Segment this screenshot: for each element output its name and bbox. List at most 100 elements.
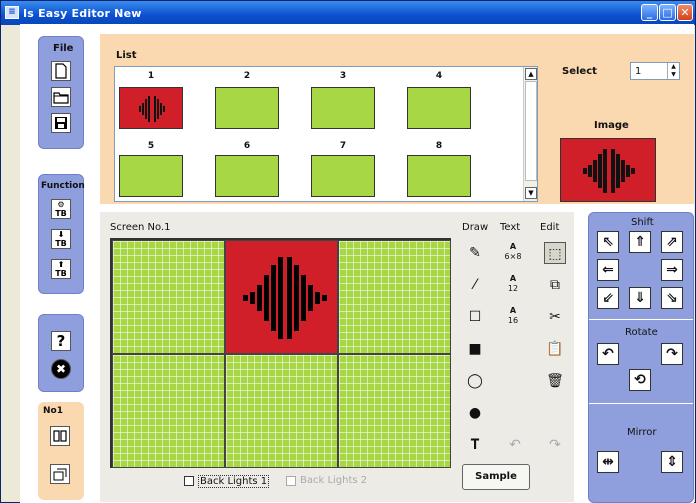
function-1-text: TB [55, 209, 67, 218]
list-panel: List 1 2 3 4 5 6 7 8 ▲ ▼ Select 1 ▲ ▼ Im… [100, 34, 694, 204]
open-file-button[interactable] [51, 87, 71, 107]
grid-cell[interactable] [112, 240, 225, 354]
screen-list: 1 2 3 4 5 6 7 8 ▲ ▼ [114, 66, 538, 202]
help-button[interactable]: ? [51, 331, 71, 351]
screen-thumbnail-4[interactable] [407, 87, 471, 129]
spinner-down-icon[interactable]: ▼ [667, 71, 679, 79]
backlights-row: Back Lights 1 Back Lights 2 [184, 474, 384, 490]
file-panel: File [38, 36, 84, 149]
screen-label: Screen No.1 [110, 222, 171, 233]
rotate-180-icon[interactable]: ⟲ [629, 369, 651, 391]
close-button[interactable]: ✕ [677, 4, 693, 21]
rotate-label: Rotate [625, 327, 658, 338]
client-area: File Function ⚙ TB ⬇ TB ⬆ TB ? ✖ No1 List 1 [20, 24, 694, 503]
screen-thumbnail-2[interactable] [215, 87, 279, 129]
new-file-button[interactable] [51, 61, 71, 81]
scroll-up-icon[interactable]: ▲ [525, 68, 537, 80]
no-label: No1 [43, 406, 63, 416]
function-button-2[interactable]: ⬇ TB [51, 229, 71, 249]
pencil-icon[interactable]: ✎ [464, 242, 486, 264]
mirror-vertical-icon[interactable]: ⇕ [661, 451, 683, 473]
shift-up-right-icon[interactable]: ⇗ [661, 231, 683, 253]
paste-screen-button[interactable] [50, 464, 70, 484]
editor-dot-image [243, 257, 327, 339]
text-size-16-button[interactable]: A 16 [502, 306, 524, 328]
list-scrollbar[interactable]: ▲ ▼ [523, 67, 537, 201]
paste-icon[interactable]: 📋 [544, 338, 566, 360]
screen-thumbnail-7[interactable] [311, 155, 375, 197]
title-bar[interactable]: ≡ Is Easy Editor New _ □ ✕ [1, 1, 695, 25]
grid-cell[interactable] [112, 354, 225, 468]
ellipse-icon[interactable]: ◯ [464, 370, 486, 392]
shift-up-icon[interactable]: ⇑ [629, 231, 651, 253]
spinner-up-icon[interactable]: ▲ [667, 63, 679, 71]
backlight1-checkbox[interactable] [184, 476, 194, 486]
text-label: Text [500, 222, 521, 233]
screen-thumbnail-5[interactable] [119, 155, 183, 197]
lcd-editor-grid[interactable] [110, 238, 451, 468]
maximize-button[interactable]: □ [659, 4, 676, 21]
list-item-number: 1 [147, 71, 155, 81]
sample-button[interactable]: Sample [462, 464, 530, 490]
copy-screen-button[interactable] [50, 426, 70, 446]
list-item-number: 7 [339, 141, 347, 151]
preview-dot-image [583, 149, 635, 193]
function-button-1[interactable]: ⚙ TB [51, 199, 71, 219]
shift-down-right-icon[interactable]: ⇘ [661, 287, 683, 309]
grid-cell[interactable] [225, 354, 338, 468]
screen-thumbnail-3[interactable] [311, 87, 375, 129]
function-3-text: TB [55, 269, 67, 278]
new-file-icon [55, 63, 67, 79]
window-title: Is Easy Editor New [23, 7, 142, 20]
draw-label: Draw [462, 222, 489, 233]
image-preview [560, 138, 656, 202]
copy-icon[interactable]: ⧉ [544, 274, 566, 296]
grid-cell[interactable] [338, 354, 451, 468]
backlight1-label[interactable]: Back Lights 1 [198, 475, 270, 488]
trash-icon[interactable]: 🗑 [544, 370, 566, 392]
list-item-number: 4 [435, 71, 443, 81]
minimize-button[interactable]: _ [641, 4, 658, 21]
list-item-number: 8 [435, 141, 443, 151]
help-panel: ? ✖ [38, 314, 84, 392]
screen-thumbnail-1[interactable] [119, 87, 183, 129]
rectangle-icon[interactable]: ☐ [464, 306, 486, 328]
screen-thumbnail-6[interactable] [215, 155, 279, 197]
filled-ellipse-icon[interactable]: ● [464, 402, 486, 424]
shift-up-left-icon[interactable]: ⇖ [597, 231, 619, 253]
undo-icon[interactable]: ↶ [504, 434, 526, 456]
function-label: Function [41, 181, 85, 191]
shift-right-icon[interactable]: ⇒ [661, 259, 683, 281]
cut-icon[interactable]: ✂ [544, 306, 566, 328]
function-button-3[interactable]: ⬆ TB [51, 259, 71, 279]
save-file-button[interactable] [51, 113, 71, 133]
list-item-number: 5 [147, 141, 155, 151]
dot-pattern-image [139, 96, 165, 122]
shift-left-icon[interactable]: ⇐ [597, 259, 619, 281]
grid-cell[interactable] [338, 240, 451, 354]
backlight2-checkbox[interactable] [286, 476, 296, 486]
scroll-thumb[interactable] [525, 81, 537, 181]
shift-down-left-icon[interactable]: ⇙ [597, 287, 619, 309]
gear-icon: ⚙ [57, 200, 65, 209]
text-cursor-icon[interactable]: 𝐓 [464, 434, 486, 456]
scroll-down-icon[interactable]: ▼ [525, 187, 537, 199]
redo-icon[interactable]: ↷ [544, 434, 566, 456]
grid-cell-image[interactable] [225, 240, 338, 354]
select-area-icon[interactable]: ⬚ [544, 242, 566, 264]
rotate-left-icon[interactable]: ↶ [597, 343, 619, 365]
text-size-6x8-button[interactable]: A 6×8 [502, 242, 524, 264]
number-panel: No1 [38, 402, 84, 500]
backlight2-label[interactable]: Back Lights 2 [300, 475, 367, 486]
exit-button[interactable]: ✖ [51, 359, 71, 379]
filled-rectangle-icon[interactable]: ■ [464, 338, 486, 360]
select-value: 1 [635, 66, 642, 77]
screen-thumbnail-8[interactable] [407, 155, 471, 197]
mirror-horizontal-icon[interactable]: ⇹ [597, 451, 619, 473]
rotate-right-icon[interactable]: ↷ [661, 343, 683, 365]
text-size-12-button[interactable]: A 12 [502, 274, 524, 296]
shift-down-icon[interactable]: ⇓ [629, 287, 651, 309]
line-icon[interactable]: ⁄ [464, 274, 486, 296]
list-item-number: 6 [243, 141, 251, 151]
select-spinner[interactable]: 1 ▲ ▼ [630, 62, 680, 80]
